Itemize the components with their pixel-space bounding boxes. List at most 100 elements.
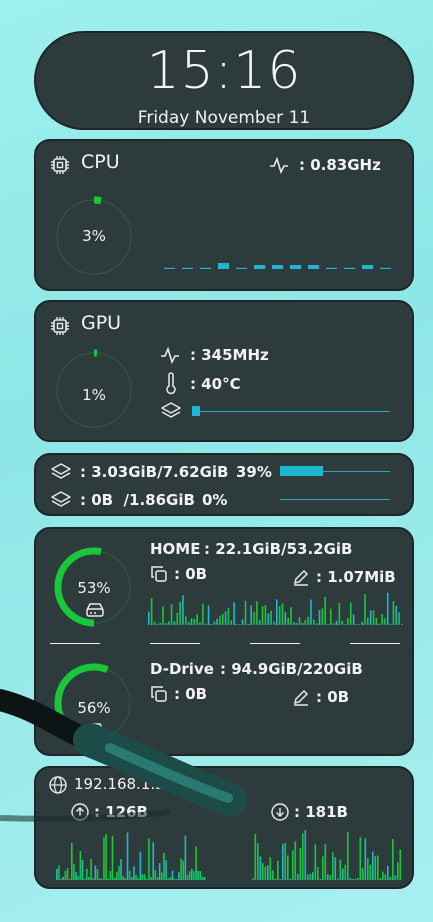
downChart-spike — [322, 856, 324, 880]
disk0Chart-spike — [267, 613, 270, 625]
home-disk-usage-text: 53% — [77, 579, 111, 597]
disk0Chart-spike — [159, 622, 161, 625]
upChart-spike — [139, 851, 142, 880]
upChart-spike — [71, 842, 73, 880]
downChart-spike — [394, 875, 397, 880]
downChart-spike — [374, 856, 377, 880]
download-speed: : 181B — [294, 803, 348, 821]
downChart-spike — [314, 844, 317, 880]
memory-panel: : 3.03GiB/7.62GiB 39% : 0B /1.86GiB 0% — [34, 453, 414, 516]
swap-track — [280, 499, 390, 500]
downChart-spike — [384, 874, 387, 880]
cpu-history-bar — [218, 263, 229, 269]
download-history-chart — [252, 830, 402, 880]
disk0Chart-spike — [298, 616, 301, 625]
cpu-history-bar — [380, 267, 391, 269]
cpu-history-bar — [362, 265, 373, 269]
upChart-spike — [111, 835, 114, 880]
downChart-spike — [304, 830, 307, 880]
downChart-spike — [274, 878, 277, 880]
downChart-spike — [377, 855, 379, 880]
downChart-spike — [254, 834, 257, 880]
disk0Chart-spike — [236, 623, 238, 625]
cpu-history-bar — [344, 267, 355, 269]
upChart-spike — [81, 859, 84, 880]
upChart-spike — [86, 868, 88, 880]
disk0Chart-spike — [190, 618, 193, 625]
downChart-spike — [399, 849, 402, 880]
gpu-chip-icon — [51, 317, 69, 335]
disk0Chart-spike — [250, 605, 252, 625]
disk0Chart-spike — [355, 623, 358, 625]
disk0Chart-spike — [193, 618, 196, 625]
disk0Chart-spike — [213, 621, 216, 625]
downChart-spike — [389, 876, 392, 880]
upChart-spike — [56, 868, 58, 880]
cpu-history-bar — [326, 267, 337, 269]
downChart-spike — [297, 873, 299, 880]
upChart-spike — [92, 878, 95, 880]
upChart-spike — [68, 878, 71, 880]
disk0Chart-spike — [264, 605, 267, 625]
gpu-temperature: : 40°C — [190, 375, 241, 393]
disk0Chart-spike — [227, 607, 230, 625]
home-disk-size: : 22.1GiB/53.2GiB — [204, 540, 353, 558]
downChart-spike — [312, 872, 314, 880]
downChart-spike — [277, 860, 279, 880]
disk0Chart-spike — [367, 617, 369, 625]
disk0Chart-spike — [162, 606, 164, 625]
home-disk-write: : 1.07MiB — [316, 568, 396, 586]
disk0Chart-spike — [153, 621, 156, 625]
disk0Chart-spike — [338, 602, 341, 625]
downChart-spike — [327, 874, 329, 880]
cpu-history-bar — [290, 265, 301, 269]
downChart-spike — [284, 842, 287, 880]
disk0Chart-spike — [256, 601, 258, 625]
cpu-history-bar — [308, 265, 319, 269]
home-disk-read: : 0B — [174, 565, 208, 583]
disk0Chart-spike — [307, 616, 309, 625]
upChart-spike — [171, 870, 174, 880]
upChart-spike — [197, 870, 200, 880]
disk0Chart-spike — [344, 623, 346, 625]
upChart-spike — [195, 846, 197, 880]
home-disk-io-chart — [148, 592, 403, 625]
disk0Chart-spike — [219, 615, 221, 625]
disk0Chart-spike — [315, 623, 318, 625]
upChart-spike — [94, 865, 97, 880]
upChart-spike — [96, 869, 99, 880]
downChart-spike — [252, 878, 254, 880]
upChart-spike — [141, 874, 144, 880]
downChart-spike — [342, 868, 344, 880]
decorative-cable — [0, 689, 247, 822]
cpu-history-bar — [164, 267, 175, 269]
disk0Chart-spike — [352, 614, 355, 625]
disk0Chart-spike — [233, 602, 235, 625]
cpu-history-bar — [254, 265, 265, 269]
disk0Chart-spike — [384, 618, 386, 625]
downChart-spike — [287, 855, 289, 880]
upChart-spike — [103, 837, 105, 880]
downChart-spike — [269, 857, 272, 880]
disk0Chart-spike — [290, 607, 292, 625]
disk0Chart-spike — [210, 623, 213, 625]
disk0Chart-spike — [204, 623, 207, 625]
thermometer-icon — [166, 372, 176, 395]
disk0Chart-spike — [150, 598, 153, 625]
disk0Chart-spike — [389, 623, 392, 625]
copy-icon — [151, 566, 167, 582]
upChart-spike — [161, 872, 163, 880]
disk0Chart-spike — [304, 620, 307, 625]
disk0Chart-spike — [230, 620, 233, 625]
downChart-spike — [294, 841, 297, 880]
vram-track — [192, 411, 390, 412]
downChart-spike — [362, 867, 364, 880]
upChart-spike — [148, 838, 150, 880]
clock-panel: 15:16 Friday November 11 — [34, 31, 414, 130]
disk0Chart-spike — [182, 595, 184, 625]
disk0Chart-spike — [187, 621, 190, 625]
vram-bar — [192, 406, 200, 416]
cpu-usage-text: 3% — [82, 227, 106, 245]
cpu-frequency: : 0.83GHz — [299, 156, 381, 174]
downChart-spike — [382, 871, 384, 880]
